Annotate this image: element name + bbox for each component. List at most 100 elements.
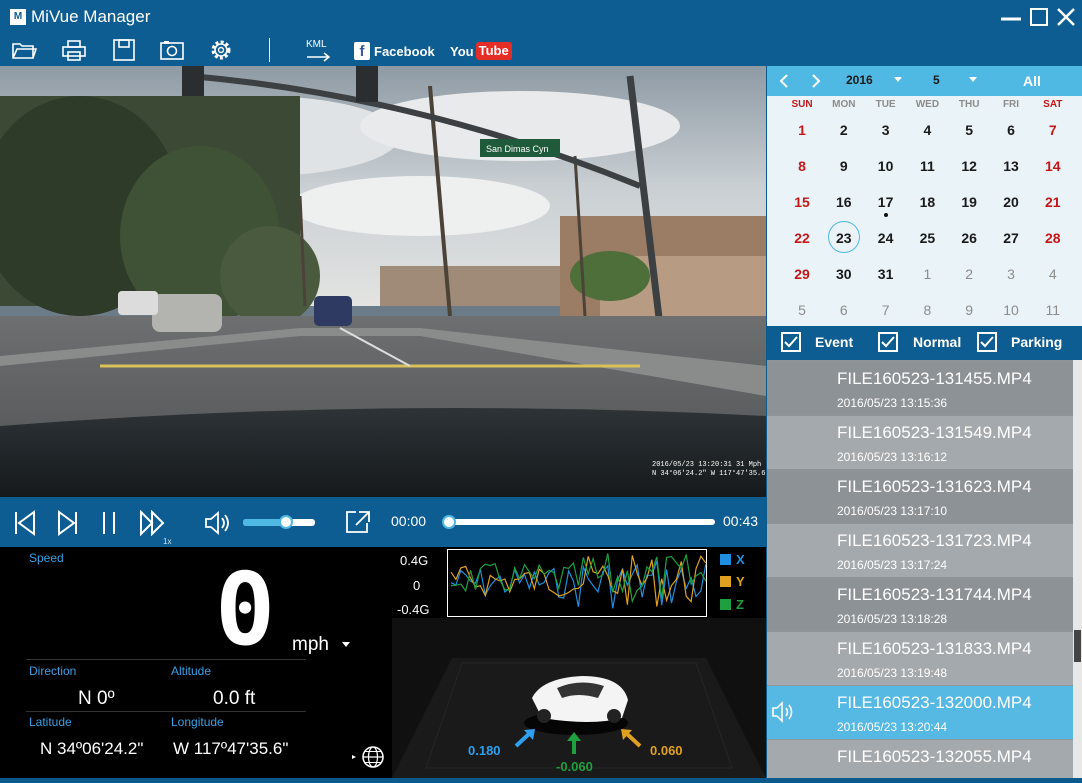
calendar-day[interactable]: 31 bbox=[865, 264, 907, 284]
calendar-day[interactable]: 10 bbox=[865, 156, 907, 176]
calendar-day[interactable]: 15 bbox=[781, 192, 823, 212]
month-select[interactable]: 5 bbox=[933, 73, 940, 87]
calendar-day-other-month[interactable]: 8 bbox=[906, 300, 948, 320]
minimize-icon[interactable] bbox=[998, 4, 1024, 30]
calendar-day[interactable]: 18 bbox=[906, 192, 948, 212]
calendar-day[interactable]: 24 bbox=[865, 228, 907, 248]
volume-slider-knob[interactable] bbox=[279, 515, 293, 529]
file-list-scrollbar[interactable] bbox=[1073, 360, 1082, 778]
unit-dropdown-icon[interactable] bbox=[342, 642, 350, 648]
calendar-day-other-month[interactable]: 10 bbox=[990, 300, 1032, 320]
file-list-item[interactable]: FILE160523-131549.MP4 2016/05/23 13:16:12 bbox=[767, 416, 1073, 469]
calendar-day[interactable]: 22 bbox=[781, 228, 823, 248]
calendar-day[interactable]: 21 bbox=[1032, 192, 1074, 212]
next-month-icon[interactable] bbox=[810, 73, 822, 89]
volume-icon[interactable] bbox=[204, 510, 232, 536]
calendar-day[interactable]: 26 bbox=[948, 228, 990, 248]
event-filter-label[interactable]: Event bbox=[815, 334, 853, 350]
open-folder-icon[interactable] bbox=[11, 38, 37, 62]
file-list-item[interactable]: FILE160523-131455.MP4 2016/05/23 13:15:36 bbox=[767, 362, 1073, 415]
calendar-day[interactable]: 4 bbox=[906, 120, 948, 140]
calendar-day-other-month[interactable]: 11 bbox=[1032, 300, 1074, 320]
year-dropdown-icon[interactable] bbox=[894, 77, 902, 83]
calendar-day[interactable]: 17 bbox=[865, 192, 907, 217]
month-dropdown-icon[interactable] bbox=[969, 77, 977, 83]
speed-value: 0 bbox=[215, 551, 276, 668]
speed-label: Speed bbox=[29, 551, 64, 565]
year-select[interactable]: 2016 bbox=[846, 73, 873, 87]
calendar-day[interactable]: 3 bbox=[865, 120, 907, 140]
fast-forward-icon[interactable] bbox=[138, 510, 166, 536]
calendar-day[interactable]: 1 bbox=[781, 120, 823, 140]
print-icon[interactable] bbox=[61, 38, 87, 62]
calendar-day[interactable]: 8 bbox=[781, 156, 823, 176]
calendar-day[interactable]: 12 bbox=[948, 156, 990, 176]
g-z-value: -0.060 bbox=[556, 759, 593, 774]
normal-filter-label[interactable]: Normal bbox=[913, 334, 961, 350]
file-list-item[interactable]: FILE160523-131723.MP4 2016/05/23 13:17:24 bbox=[767, 524, 1073, 577]
calendar-day[interactable]: 28 bbox=[1032, 228, 1074, 248]
all-dates-button[interactable]: All bbox=[1023, 73, 1041, 89]
calendar-day-other-month[interactable]: 9 bbox=[948, 300, 990, 320]
youtube-button[interactable]: You Tube bbox=[450, 42, 512, 60]
calendar-day[interactable]: 6 bbox=[990, 120, 1032, 140]
weekday-thu: THU bbox=[958, 99, 980, 110]
maximize-icon[interactable] bbox=[1026, 4, 1052, 30]
file-list-item[interactable]: FILE160523-132000.MP4 2016/05/23 13:20:44 bbox=[767, 686, 1073, 739]
direction-value: N 0º bbox=[78, 688, 115, 709]
pause-icon[interactable] bbox=[96, 510, 124, 536]
calendar-day-other-month[interactable]: 5 bbox=[781, 300, 823, 320]
save-icon[interactable] bbox=[111, 38, 137, 62]
prev-month-icon[interactable] bbox=[778, 73, 790, 89]
calendar-day[interactable]: 7 bbox=[1032, 120, 1074, 140]
calendar-day[interactable]: 27 bbox=[990, 228, 1032, 248]
calendar-day[interactable]: 13 bbox=[990, 156, 1032, 176]
calendar-day[interactable]: 20 bbox=[990, 192, 1032, 212]
calendar-day-other-month[interactable]: 3 bbox=[990, 264, 1032, 284]
calendar-day-other-month[interactable]: 6 bbox=[823, 300, 865, 320]
play-icon[interactable] bbox=[54, 510, 82, 536]
fullscreen-icon[interactable] bbox=[344, 509, 372, 535]
settings-icon[interactable] bbox=[208, 38, 234, 62]
calendar-day[interactable]: 5 bbox=[948, 120, 990, 140]
calendar-day[interactable]: 16 bbox=[823, 192, 865, 212]
speed-unit[interactable]: mph bbox=[292, 634, 329, 656]
calendar-day[interactable]: 29 bbox=[781, 264, 823, 284]
kml-label: KML bbox=[306, 39, 327, 50]
calendar-day[interactable]: 25 bbox=[906, 228, 948, 248]
snapshot-icon[interactable] bbox=[159, 38, 185, 62]
calendar-day[interactable]: 14 bbox=[1032, 156, 1074, 176]
file-name: FILE160523-131549.MP4 bbox=[837, 423, 1032, 442]
event-checkbox[interactable] bbox=[781, 332, 801, 352]
file-date: 2016/05/23 13:20:44 bbox=[837, 720, 948, 734]
seek-bar[interactable] bbox=[447, 519, 715, 525]
video-player[interactable]: San Dimas Cyn 2016/05/23 13:20:31 31 Mph… bbox=[0, 66, 766, 497]
previous-icon[interactable] bbox=[12, 510, 40, 536]
file-list-item[interactable]: FILE160523-132055.MP4 bbox=[767, 740, 1073, 778]
scrollbar-thumb[interactable] bbox=[1074, 630, 1081, 662]
calendar-day-other-month[interactable]: 1 bbox=[906, 264, 948, 284]
filter-items: Event Normal Parking bbox=[767, 326, 1082, 360]
legend-x-swatch bbox=[720, 554, 731, 565]
file-date: 2016/05/23 13:18:28 bbox=[837, 612, 948, 626]
close-icon[interactable] bbox=[1053, 4, 1079, 30]
file-list-item[interactable]: FILE160523-131833.MP4 2016/05/23 13:19:48 bbox=[767, 632, 1073, 685]
calendar-day[interactable]: 23 bbox=[823, 221, 865, 253]
file-list-item[interactable]: FILE160523-131623.MP4 2016/05/23 13:17:10 bbox=[767, 470, 1073, 523]
globe-map-icon[interactable] bbox=[352, 745, 386, 769]
kml-export-icon[interactable] bbox=[306, 51, 332, 63]
parking-checkbox[interactable] bbox=[977, 332, 997, 352]
calendar-day-other-month[interactable]: 2 bbox=[948, 264, 990, 284]
parking-filter-label[interactable]: Parking bbox=[1011, 334, 1062, 350]
calendar-day-other-month[interactable]: 4 bbox=[1032, 264, 1074, 284]
calendar-day[interactable]: 19 bbox=[948, 192, 990, 212]
calendar-day[interactable]: 30 bbox=[823, 264, 865, 284]
calendar-day-other-month[interactable]: 7 bbox=[865, 300, 907, 320]
normal-checkbox[interactable] bbox=[878, 332, 898, 352]
calendar-day[interactable]: 9 bbox=[823, 156, 865, 176]
calendar-day[interactable]: 2 bbox=[823, 120, 865, 140]
seek-knob[interactable] bbox=[442, 515, 456, 529]
calendar-day[interactable]: 11 bbox=[906, 156, 948, 176]
file-list-item[interactable]: FILE160523-131744.MP4 2016/05/23 13:18:28 bbox=[767, 578, 1073, 631]
facebook-button[interactable]: f Facebook bbox=[354, 42, 435, 60]
